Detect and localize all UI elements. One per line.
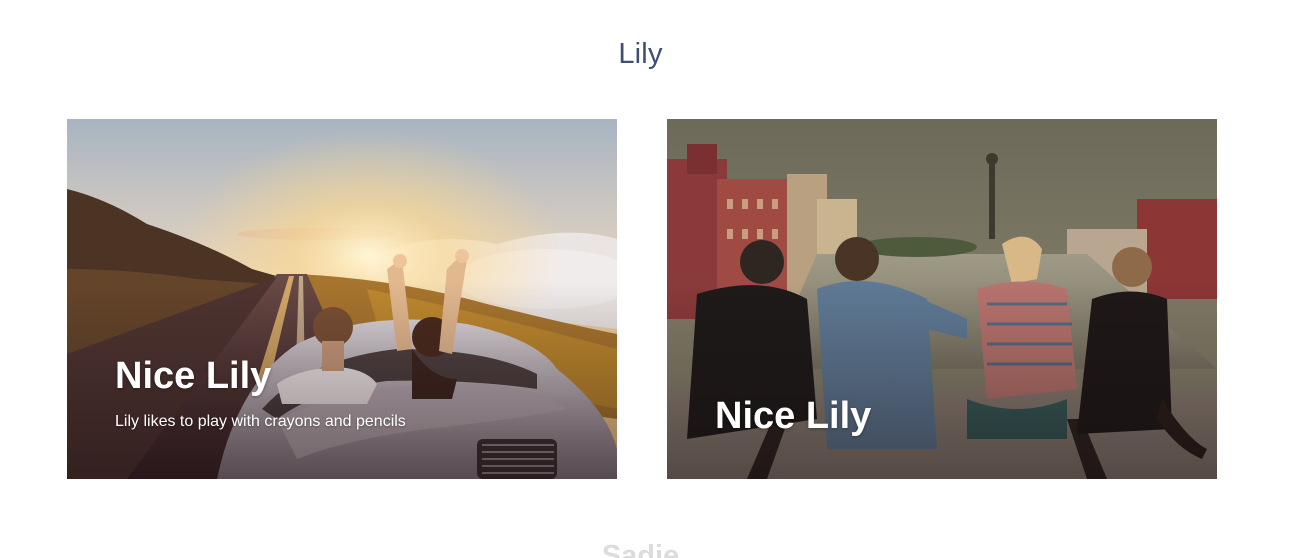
card-title: Nice Lily (715, 395, 872, 437)
page: Lily Nice Lily Lily likes to play with c… (0, 0, 1291, 558)
card-subtitle: Lily likes to play with crayons and penc… (115, 413, 406, 430)
next-section-title: Sadie (601, 540, 680, 558)
card-nice-lily-1[interactable]: Nice Lily Lily likes to play with crayon… (67, 119, 617, 479)
card-nice-lily-2[interactable]: Nice Lily (667, 119, 1217, 479)
section-title: Lily (618, 38, 663, 70)
card-title: Nice Lily (115, 355, 272, 397)
